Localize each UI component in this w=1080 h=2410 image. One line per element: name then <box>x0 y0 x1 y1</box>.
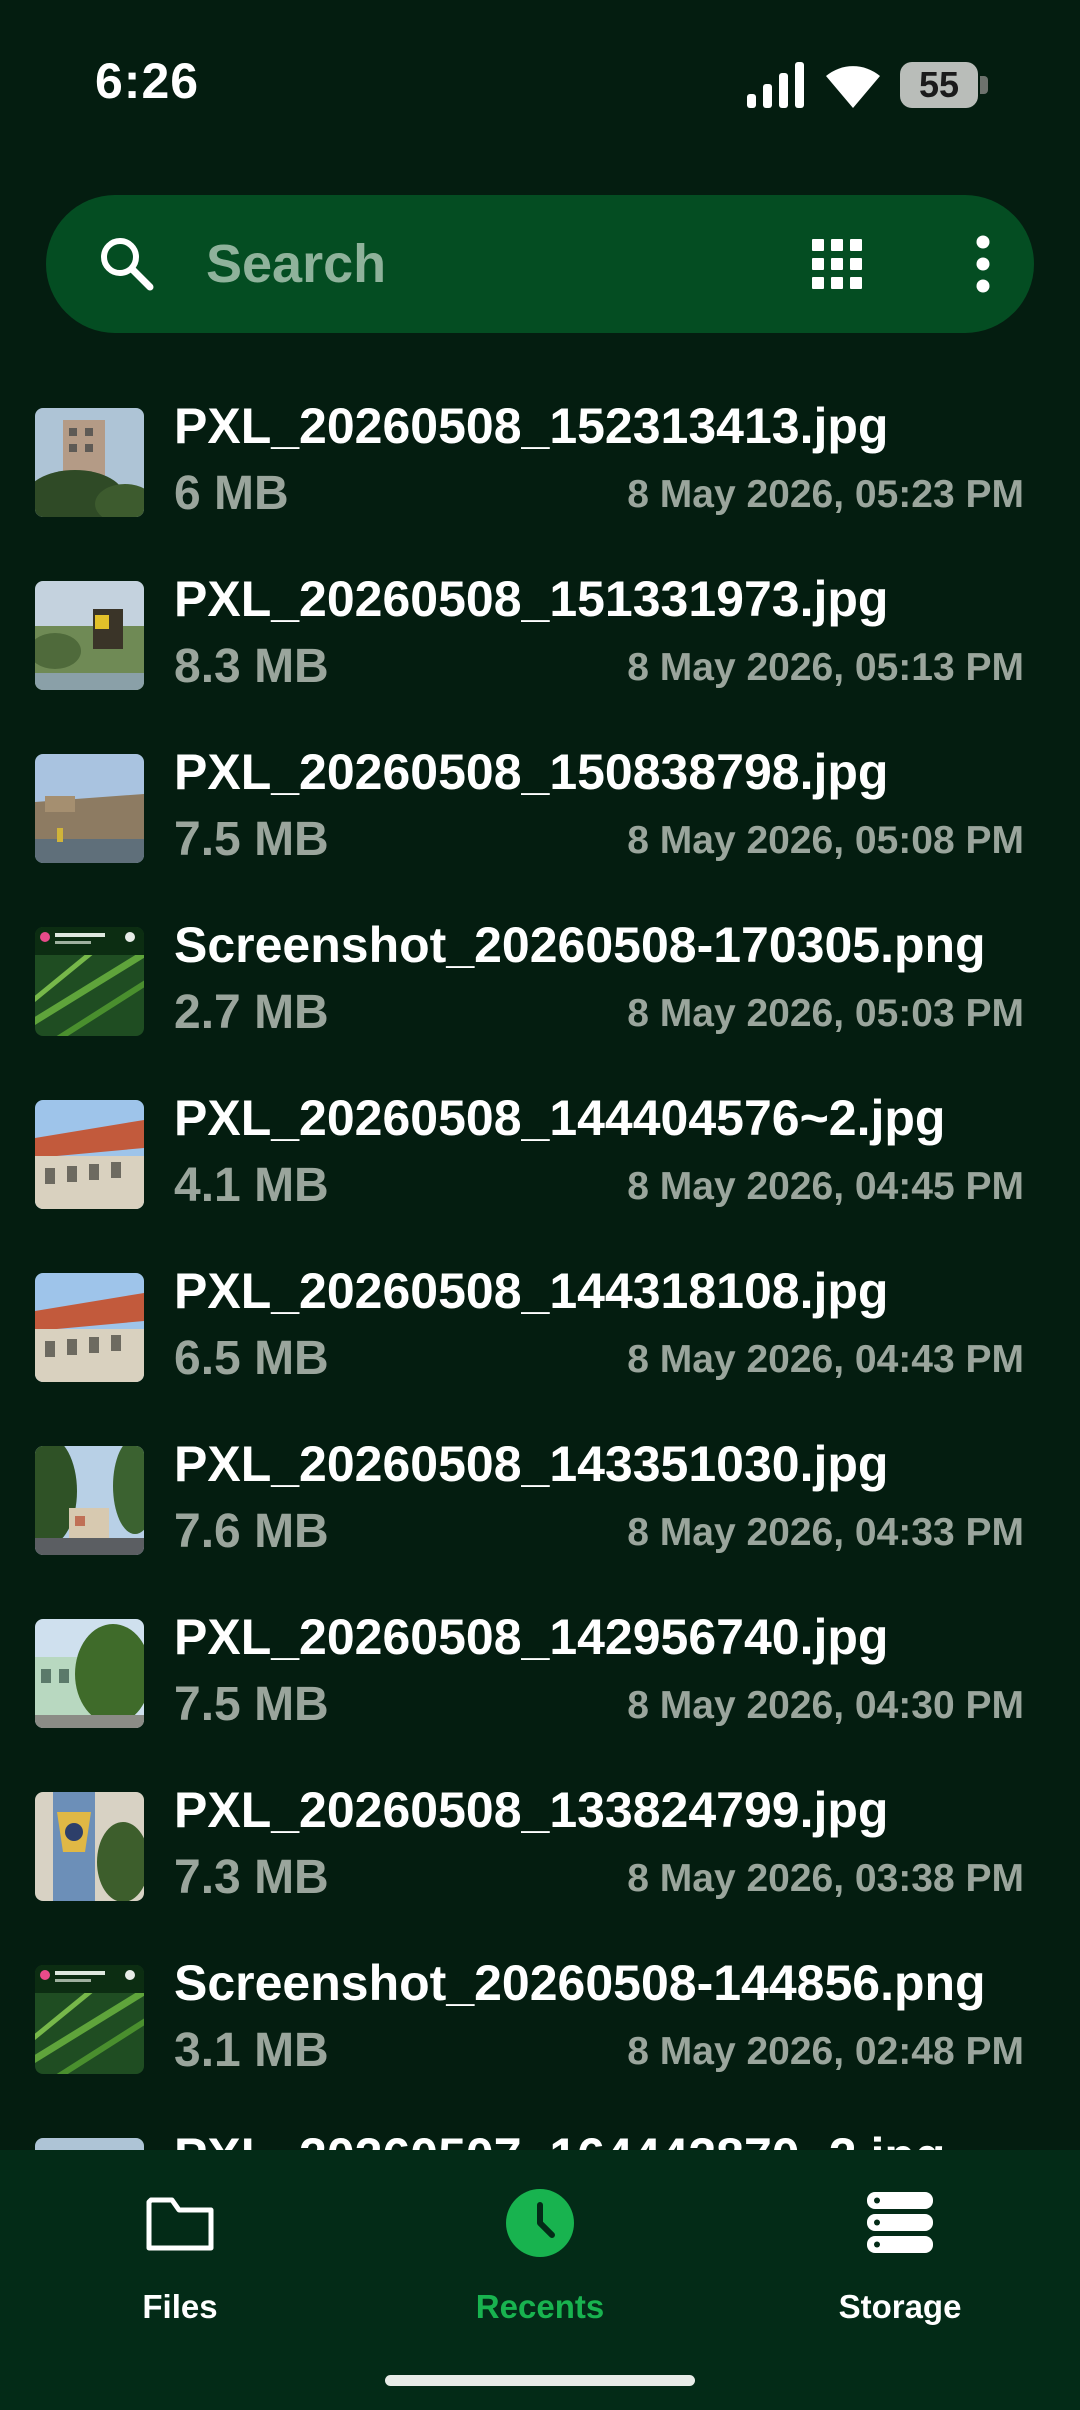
file-thumbnail[interactable] <box>35 408 144 517</box>
file-date: 8 May 2026, 05:23 PM <box>627 473 1024 516</box>
nav-item-recents[interactable]: Recents <box>360 2150 720 2350</box>
file-thumbnail[interactable] <box>35 581 144 690</box>
nav-item-files[interactable]: Files <box>0 2150 360 2350</box>
more-vert-icon[interactable] <box>972 235 994 293</box>
file-date: 8 May 2026, 04:45 PM <box>627 1165 1024 1208</box>
file-name: PXL_20260508_143351030.jpg <box>174 1436 889 1492</box>
file-list-item[interactable]: PXL_20260508_133824799.jpg 7.3 MB 8 May 20… <box>0 1779 1080 1952</box>
file-size: 4.1 MB <box>174 1159 329 1212</box>
file-date: 8 May 2026, 05:03 PM <box>627 992 1024 1035</box>
file-size: 6 MB <box>174 467 289 520</box>
file-size: 3.1 MB <box>174 2024 329 2077</box>
file-name: PXL_20260508_151331973.jpg <box>174 571 889 627</box>
storage-icon <box>867 2192 933 2253</box>
battery-icon: 55 <box>900 62 988 108</box>
file-list-item[interactable]: PXL_20260508_142956740.jpg 7.5 MB 8 May 20… <box>0 1606 1080 1779</box>
file-list-item[interactable]: PXL_20260508_151331973.jpg 8.3 MB 8 May 20… <box>0 568 1080 741</box>
file-thumbnail[interactable] <box>35 754 144 863</box>
file-thumbnail[interactable] <box>35 1965 144 2074</box>
clock-icon <box>506 2189 574 2257</box>
file-thumbnail[interactable] <box>35 1619 144 1728</box>
file-date: 8 May 2026, 05:13 PM <box>627 646 1024 689</box>
file-date: 8 May 2026, 04:33 PM <box>627 1511 1024 1554</box>
recent-files-list[interactable]: PXL_20260508_152313413.jpg 6 MB 8 May 2026… <box>0 395 1080 2150</box>
home-indicator[interactable] <box>385 2375 695 2386</box>
file-thumbnail[interactable] <box>35 1273 144 1382</box>
file-date: 8 May 2026, 04:43 PM <box>627 1338 1024 1381</box>
wifi-icon <box>826 66 880 108</box>
nav-label-files: Files <box>142 2288 218 2325</box>
file-list-item[interactable]: Screenshot_20260508-170305.png 2.7 MB 8 Ma… <box>0 914 1080 1087</box>
grid-view-icon[interactable] <box>810 237 864 291</box>
file-thumbnail[interactable] <box>35 1446 144 1555</box>
file-name: PXL_20260508_150838798.jpg <box>174 744 889 800</box>
status-time: 6:26 <box>95 53 200 109</box>
file-list-item[interactable]: PXL_20260508_143351030.jpg 7.6 MB 8 May 20… <box>0 1433 1080 1606</box>
file-list-item[interactable]: Screenshot_20260508-144856.png 3.1 MB 8 Ma… <box>0 1952 1080 2125</box>
nav-label-storage: Storage <box>838 2288 962 2325</box>
file-name: Screenshot_20260508-170305.png <box>174 917 986 973</box>
file-name: PXL_20260508_144318108.jpg <box>174 1263 889 1319</box>
file-date: 8 May 2026, 04:30 PM <box>627 1684 1024 1727</box>
nav-item-storage[interactable]: Storage <box>720 2150 1080 2350</box>
file-list-item[interactable]: PXL_20260508_144404576~2.jpg 4.1 MB 8 May … <box>0 1087 1080 1260</box>
file-date: 8 May 2026, 05:08 PM <box>627 819 1024 862</box>
file-name: PXL_20260508_144404576~2.jpg <box>174 1090 946 1146</box>
battery-level: 55 <box>918 64 960 105</box>
search-input[interactable] <box>206 225 806 303</box>
search-bar[interactable] <box>46 195 1034 333</box>
file-thumbnail[interactable] <box>35 927 144 1036</box>
file-size: 6.5 MB <box>174 1332 329 1385</box>
folder-icon <box>146 2197 214 2251</box>
file-size: 7.5 MB <box>174 813 329 866</box>
file-name: PXL_20260508_133824799.jpg <box>174 1782 889 1838</box>
file-size: 2.7 MB <box>174 986 329 1039</box>
file-thumbnail[interactable] <box>35 1792 144 1901</box>
search-icon[interactable] <box>98 235 154 291</box>
bottom-navigation: Files Recents Storage <box>0 2150 1080 2410</box>
file-list-item[interactable]: PXL_20260508_152313413.jpg 6 MB 8 May 2026… <box>0 395 1080 568</box>
file-date: 8 May 2026, 03:38 PM <box>627 1857 1024 1900</box>
file-name: PXL_20260508_152313413.jpg <box>174 398 889 454</box>
status-bar: 6:26 55 <box>0 0 1080 170</box>
file-name: PXL_20260507_164442870~2.jpg <box>174 2127 945 2150</box>
file-name: PXL_20260508_142956740.jpg <box>174 1609 889 1665</box>
file-date: 8 May 2026, 02:48 PM <box>627 2030 1024 2073</box>
nav-label-recents: Recents <box>475 2288 605 2325</box>
cellular-signal-icon <box>747 62 804 108</box>
recents-screen: 6:26 55 Search PXL_20260508_152313413.jp… <box>0 0 1080 2410</box>
file-name: Screenshot_20260508-144856.png <box>174 1955 986 2011</box>
file-list-item[interactable]: PXL_20260508_144318108.jpg 6.5 MB 8 May 20… <box>0 1260 1080 1433</box>
file-size: 7.6 MB <box>174 1505 329 1558</box>
file-size: 8.3 MB <box>174 640 329 693</box>
file-thumbnail[interactable] <box>35 2138 144 2150</box>
battery-tip <box>980 76 988 94</box>
file-list-item[interactable]: PXL_20260507_164442870~2.jpg <box>0 2125 1080 2150</box>
file-list-item[interactable]: PXL_20260508_150838798.jpg 7.5 MB 8 May 20… <box>0 741 1080 914</box>
file-size: 7.5 MB <box>174 1678 329 1731</box>
file-thumbnail[interactable] <box>35 1100 144 1209</box>
file-size: 7.3 MB <box>174 1851 329 1904</box>
